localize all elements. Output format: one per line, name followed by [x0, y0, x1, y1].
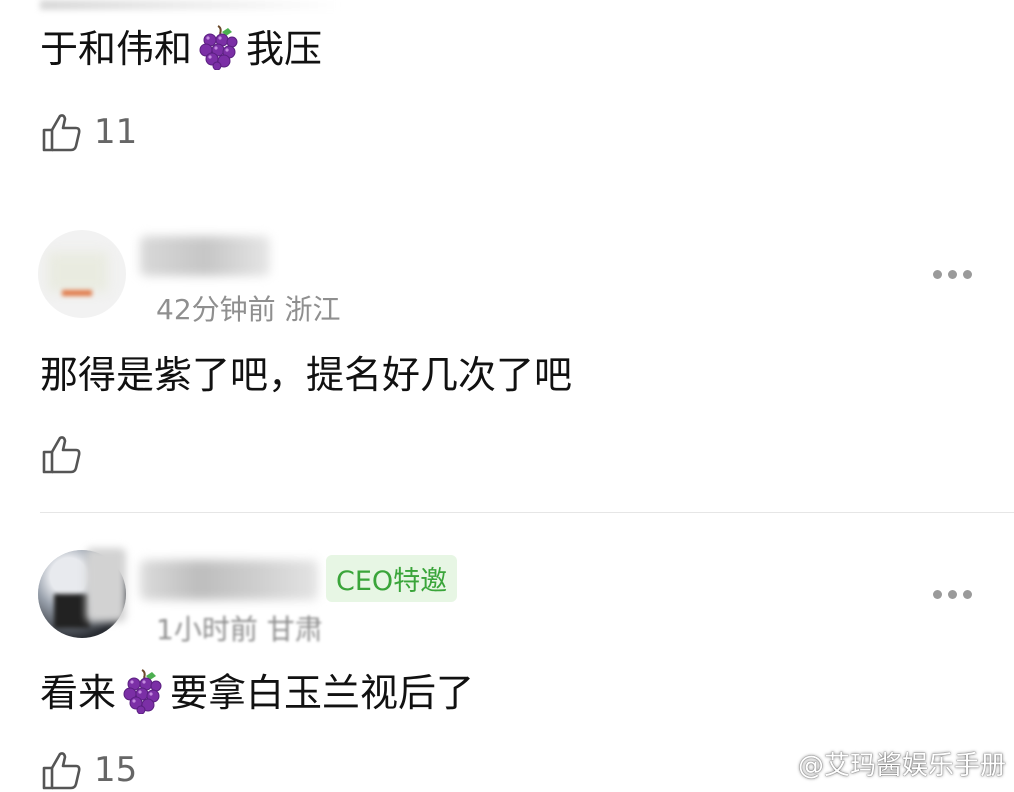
comment-3-time: 1小时前 [156, 613, 258, 646]
comment-3-location: 甘肃 [266, 613, 323, 646]
weibo-logo-icon [761, 753, 790, 776]
divider [40, 512, 1014, 513]
comment-3-like-count: 15 [94, 750, 138, 790]
more-options-icon[interactable] [933, 590, 972, 599]
comment-1-text-before: 于和伟和 [40, 27, 193, 71]
comment-2-like-button[interactable] [40, 432, 94, 476]
thumbs-up-icon [42, 114, 81, 152]
comment-3-text: 看来 要拿白玉兰视后了 [40, 668, 474, 718]
thumbs-up-icon [42, 436, 81, 474]
username-blurred[interactable] [140, 236, 270, 276]
comment-1-like-count: 11 [94, 112, 138, 152]
status-badge: CEO特邀 [326, 555, 458, 602]
avatar-mosaic [86, 548, 126, 622]
username-blurred[interactable] [140, 560, 318, 600]
comment-3-like-button[interactable]: 15 [40, 748, 137, 792]
comment-1-like-button[interactable]: 11 [40, 110, 137, 154]
comment-1-text: 于和伟和 我压 [40, 24, 322, 74]
grapes-icon [199, 25, 238, 70]
comment-1-text-after: 我压 [246, 27, 323, 71]
comment-3-text-before: 看来 [40, 671, 117, 715]
more-options-icon[interactable] [933, 270, 972, 279]
thumbs-up-icon [42, 752, 81, 790]
comment-2-location: 浙江 [284, 293, 341, 326]
watermark-text: @艾玛酱娱乐手册 [797, 751, 1006, 781]
comment-2-time: 42分钟前 [156, 293, 276, 326]
grapes-icon [123, 669, 162, 714]
comment-3-meta: 1小时前 甘肃 [156, 608, 323, 648]
avatar[interactable] [38, 230, 126, 318]
comment-2-text: 那得是紫了吧，提名好几次了吧 [40, 353, 573, 397]
watermark: @艾玛酱娱乐手册 [761, 745, 1006, 782]
comment-2-meta: 42分钟前 浙江 [156, 288, 341, 328]
comment-3-text-after: 要拿白玉兰视后了 [170, 671, 475, 715]
cropped-previous-line [40, 0, 340, 10]
